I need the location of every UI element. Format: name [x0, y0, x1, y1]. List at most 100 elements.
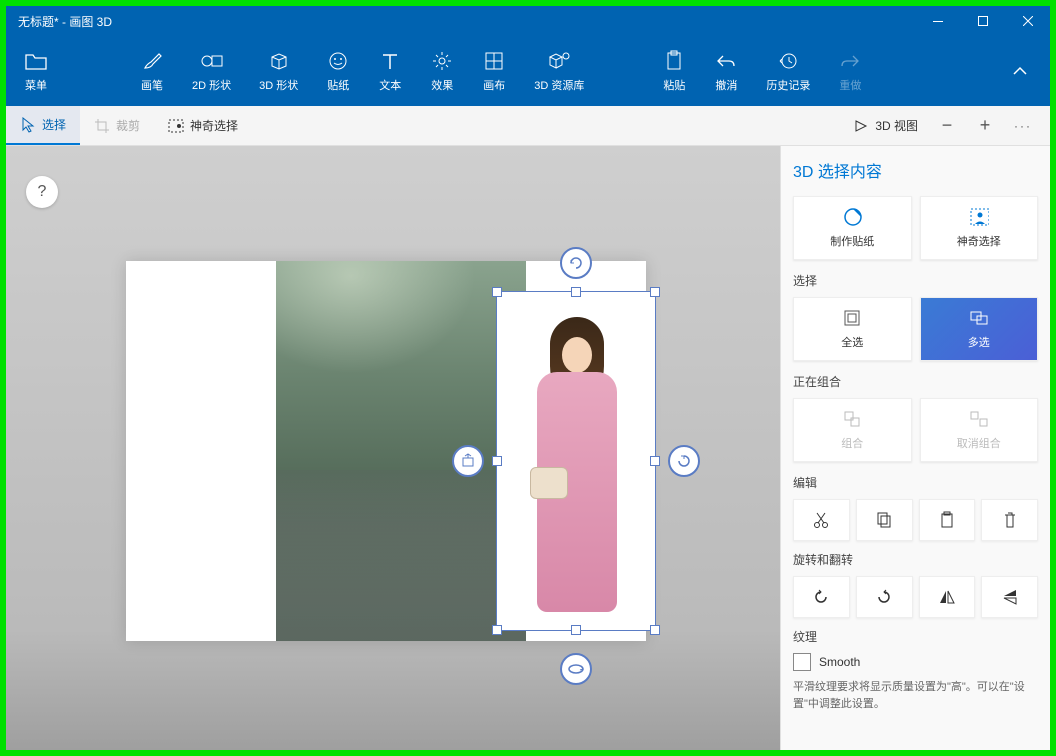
rotate-ccw-icon [812, 588, 830, 606]
window-title: 无标题* - 画图 3D [6, 13, 112, 30]
section-select-label: 选择 [793, 272, 1038, 289]
menu-label: 菜单 [25, 77, 47, 93]
help-button[interactable]: ? [26, 176, 58, 208]
brushes-button[interactable]: 画笔 [126, 43, 178, 99]
pointer-icon [20, 117, 36, 133]
redo-button: 重做 [824, 43, 876, 99]
collapse-ribbon-button[interactable] [1000, 51, 1040, 91]
selection-bounding-box[interactable] [496, 291, 656, 631]
resize-handle-t[interactable] [571, 287, 581, 297]
depth-handle[interactable] [452, 445, 484, 477]
undo-label: 撤消 [715, 77, 737, 93]
stickers-label: 贴纸 [327, 77, 349, 93]
workspace: ? [6, 146, 1050, 750]
resize-handle-tr[interactable] [650, 287, 660, 297]
effects-button[interactable]: 效果 [416, 43, 468, 99]
history-button[interactable]: 历史记录 [752, 43, 824, 99]
magic-select-label: 神奇选择 [190, 117, 238, 134]
library-icon [547, 49, 571, 73]
group-label: 组合 [841, 435, 863, 451]
section-grouping-label: 正在组合 [793, 373, 1038, 390]
rotate-right-button[interactable] [856, 576, 913, 618]
trash-icon [1003, 511, 1017, 529]
paste-edit-button[interactable] [919, 499, 976, 541]
resize-handle-b[interactable] [571, 625, 581, 635]
resize-handle-tl[interactable] [492, 287, 502, 297]
multi-select-button[interactable]: 多选 [920, 297, 1039, 361]
flip-horizontal-button[interactable] [919, 576, 976, 618]
rotate-y-handle[interactable] [668, 445, 700, 477]
multi-select-icon [969, 308, 989, 328]
make-sticker-button[interactable]: 制作贴纸 [793, 196, 912, 260]
3d-shapes-button[interactable]: 3D 形状 [245, 43, 312, 99]
rotate-x-handle[interactable] [560, 653, 592, 685]
crop-tool[interactable]: 裁剪 [80, 106, 154, 145]
maximize-button[interactable] [960, 6, 1005, 36]
magic-select-icon [168, 118, 184, 134]
panel-title: 3D 选择内容 [793, 158, 1038, 182]
3d-library-button[interactable]: 3D 资源库 [520, 43, 598, 99]
shapes-2d-icon [200, 49, 224, 73]
cut-button[interactable] [793, 499, 850, 541]
select-tool[interactable]: 选择 [6, 106, 80, 145]
close-button[interactable] [1005, 6, 1050, 36]
rotate-z-handle[interactable] [560, 247, 592, 279]
flip-vertical-button[interactable] [981, 576, 1038, 618]
undo-button[interactable]: 撤消 [700, 43, 752, 99]
paste-button[interactable]: 粘贴 [648, 43, 700, 99]
flip-h-icon [938, 589, 956, 605]
sticker-curl-icon [842, 207, 862, 227]
section-edit-label: 编辑 [793, 474, 1038, 491]
magic-select-button[interactable]: 神奇选择 [920, 196, 1039, 260]
resize-handle-l[interactable] [492, 456, 502, 466]
smooth-checkbox[interactable] [793, 653, 811, 671]
select-all-label: 全选 [841, 334, 863, 350]
more-button[interactable]: ··· [1008, 111, 1038, 141]
3d-shapes-label: 3D 形状 [259, 77, 298, 93]
zoom-in-button[interactable]: + [970, 111, 1000, 141]
stickers-button[interactable]: 贴纸 [312, 43, 364, 99]
2d-shapes-button[interactable]: 2D 形状 [178, 43, 245, 99]
3d-library-label: 3D 资源库 [534, 77, 584, 93]
zoom-out-button[interactable]: − [932, 111, 962, 141]
magic-person-icon [969, 207, 989, 227]
rotate-left-button[interactable] [793, 576, 850, 618]
copy-button[interactable] [856, 499, 913, 541]
section-rotate-label: 旋转和翻转 [793, 551, 1038, 568]
canvas-area[interactable]: ? [6, 146, 780, 750]
sticker-icon [326, 49, 350, 73]
paste-label: 粘贴 [663, 77, 685, 93]
history-label: 历史记录 [766, 77, 810, 93]
clipboard-icon [940, 511, 954, 529]
title-bar: 无标题* - 画图 3D [6, 6, 1050, 36]
menu-button[interactable]: 菜单 [6, 43, 66, 99]
effects-label: 效果 [431, 77, 453, 93]
resize-handle-br[interactable] [650, 625, 660, 635]
selected-object[interactable] [512, 317, 642, 627]
delete-button[interactable] [981, 499, 1038, 541]
ungroup-button: 取消组合 [920, 398, 1039, 462]
magic-select-tool[interactable]: 神奇选择 [154, 106, 252, 145]
minimize-button[interactable] [915, 6, 960, 36]
3d-view-toggle[interactable]: 3D 视图 [839, 106, 932, 145]
select-label: 选择 [42, 116, 66, 133]
resize-handle-r[interactable] [650, 456, 660, 466]
3d-view-label: 3D 视图 [875, 117, 918, 134]
flip-v-icon [1002, 588, 1018, 606]
brush-icon [140, 49, 164, 73]
crop-icon [94, 118, 110, 134]
select-all-button[interactable]: 全选 [793, 297, 912, 361]
text-icon [378, 49, 402, 73]
scissors-icon [813, 511, 829, 529]
cube-icon [267, 49, 291, 73]
undo-icon [714, 49, 738, 73]
effects-icon [430, 49, 454, 73]
canvas-label: 画布 [483, 77, 505, 93]
texture-note: 平滑纹理要求将显示质量设置为"高"。可以在"设置"中调整此设置。 [793, 679, 1038, 712]
resize-handle-bl[interactable] [492, 625, 502, 635]
brushes-label: 画笔 [141, 77, 163, 93]
zoom-controls: − + ··· [932, 111, 1050, 141]
smooth-label: Smooth [819, 655, 860, 669]
text-button[interactable]: 文本 [364, 43, 416, 99]
canvas-button[interactable]: 画布 [468, 43, 520, 99]
